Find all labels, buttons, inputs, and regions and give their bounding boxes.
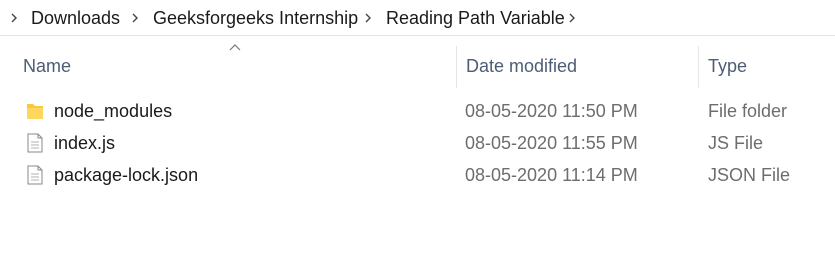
- chevron-right-icon[interactable]: [131, 11, 139, 25]
- chevron-right-icon[interactable]: [568, 11, 576, 25]
- list-item[interactable]: package-lock.json 08-05-2020 11:14 PM JS…: [18, 159, 808, 191]
- file-icon: [27, 165, 43, 185]
- file-type: JSON File: [708, 165, 791, 185]
- file-type: File folder: [708, 101, 788, 121]
- file-name: index.js: [54, 133, 116, 153]
- list-item[interactable]: index.js 08-05-2020 11:55 PM JS File: [18, 127, 808, 159]
- folder-icon: [27, 104, 43, 119]
- file-date-modified: 08-05-2020 11:50 PM: [465, 101, 638, 121]
- column-divider[interactable]: [698, 46, 699, 88]
- file-date-modified: 08-05-2020 11:14 PM: [465, 165, 638, 185]
- column-header-name[interactable]: Name: [23, 55, 71, 77]
- list-item[interactable]: node_modules 08-05-2020 11:50 PM File fo…: [18, 95, 808, 127]
- breadcrumb-item-downloads[interactable]: Downloads: [31, 7, 120, 29]
- column-divider[interactable]: [456, 46, 457, 88]
- column-header-date-modified[interactable]: Date modified: [466, 55, 577, 77]
- file-date-modified: 08-05-2020 11:55 PM: [465, 133, 638, 153]
- breadcrumb-item-geeksforgeeks-internship[interactable]: Geeksforgeeks Internship: [153, 7, 358, 29]
- file-name: node_modules: [54, 101, 173, 121]
- breadcrumb: Downloads Geeksforgeeks Internship Readi…: [0, 0, 835, 36]
- column-header-type[interactable]: Type: [708, 55, 747, 77]
- file-type: JS File: [708, 133, 764, 153]
- sort-ascending-icon: [229, 44, 241, 51]
- chevron-right-icon[interactable]: [364, 11, 372, 25]
- breadcrumb-item-reading-path-variable[interactable]: Reading Path Variable: [386, 7, 565, 29]
- file-icon: [27, 133, 43, 153]
- file-name: package-lock.json: [54, 165, 199, 185]
- chevron-right-icon[interactable]: [10, 11, 18, 25]
